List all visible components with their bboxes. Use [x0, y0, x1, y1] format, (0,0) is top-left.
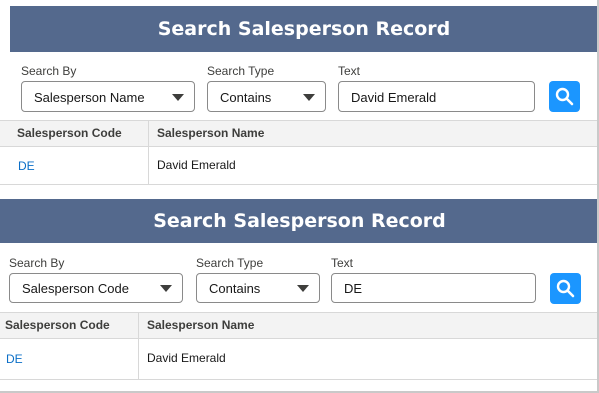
table-row: DE David Emerald [0, 147, 599, 185]
text-input-value: DE [344, 281, 363, 296]
text-input-value: David Emerald [351, 90, 437, 105]
column-divider [138, 313, 139, 338]
column-divider [148, 147, 149, 184]
search-type-value: Contains [220, 90, 272, 105]
search-type-value: Contains [209, 281, 261, 296]
panel-title: Search Salesperson Record [10, 6, 598, 52]
search-by-value: Salesperson Name [34, 90, 145, 105]
table-row: DE David Emerald [0, 339, 599, 380]
column-divider [148, 121, 149, 146]
search-by-select[interactable]: Salesperson Code [9, 273, 183, 303]
search-by-label: Search By [21, 64, 77, 78]
panel-title: Search Salesperson Record [0, 199, 599, 243]
search-by-select[interactable]: Salesperson Name [21, 81, 195, 112]
salesperson-name-cell: David Emerald [157, 158, 236, 172]
text-label: Text [331, 256, 354, 270]
search-icon [555, 87, 574, 106]
search-icon [556, 279, 575, 298]
chevron-down-icon [297, 285, 309, 292]
search-type-label: Search Type [207, 64, 275, 78]
search-by-value: Salesperson Code [22, 281, 129, 296]
column-divider [138, 339, 139, 379]
text-label: Text [338, 64, 361, 78]
chevron-down-icon [303, 93, 315, 101]
chevron-down-icon [172, 93, 184, 101]
table-header: Salesperson Code Salesperson Name [0, 312, 599, 339]
salesperson-code-link[interactable]: DE [18, 147, 35, 184]
search-type-select[interactable]: Contains [196, 273, 320, 303]
search-button[interactable] [550, 273, 581, 304]
search-type-label: Search Type [196, 256, 264, 270]
column-header-code: Salesperson Code [5, 318, 110, 332]
table-header: Salesperson Code Salesperson Name [0, 120, 599, 147]
column-header-name: Salesperson Name [147, 318, 255, 332]
text-input[interactable]: David Emerald [338, 81, 535, 112]
text-input[interactable]: DE [331, 273, 536, 303]
search-panel-name: Search Salesperson Record Search By Sale… [0, 0, 599, 190]
salesperson-code-link[interactable]: DE [6, 339, 23, 379]
column-header-name: Salesperson Name [157, 126, 265, 140]
salesperson-name-cell: David Emerald [147, 351, 226, 365]
search-panel-code: Search Salesperson Record Search By Sale… [0, 195, 599, 393]
search-button[interactable] [549, 81, 580, 112]
search-type-select[interactable]: Contains [207, 81, 326, 112]
column-header-code: Salesperson Code [17, 126, 122, 140]
search-by-label: Search By [9, 256, 65, 270]
chevron-down-icon [160, 285, 172, 292]
